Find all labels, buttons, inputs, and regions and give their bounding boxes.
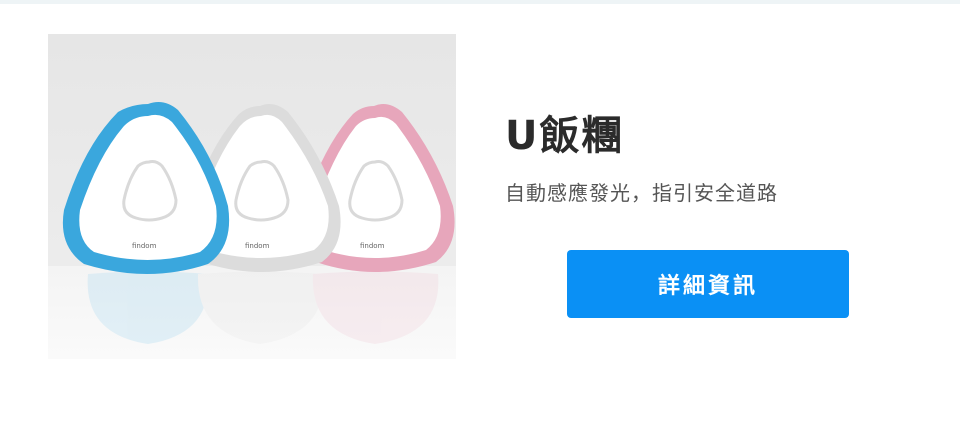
reflection	[87, 271, 439, 344]
svg-text:findom: findom	[132, 242, 157, 250]
details-button[interactable]: 詳細資訊	[567, 250, 849, 318]
blue-night-light: findom	[62, 102, 230, 274]
product-description: 自動感應發光，指引安全道路	[505, 181, 778, 205]
top-divider	[0, 0, 960, 4]
product-info: U飯糰 自動感應發光，指引安全道路	[505, 110, 925, 208]
product-image: findom findom findom	[48, 34, 456, 359]
svg-text:findom: findom	[360, 242, 385, 250]
night-lights-illustration: findom findom findom	[48, 102, 456, 359]
svg-text:findom: findom	[245, 242, 270, 250]
product-title: U飯糰	[505, 113, 624, 159]
product-section: findom findom findom U飯糰 自動感應發光，指引安全道路 詳…	[0, 0, 960, 438]
